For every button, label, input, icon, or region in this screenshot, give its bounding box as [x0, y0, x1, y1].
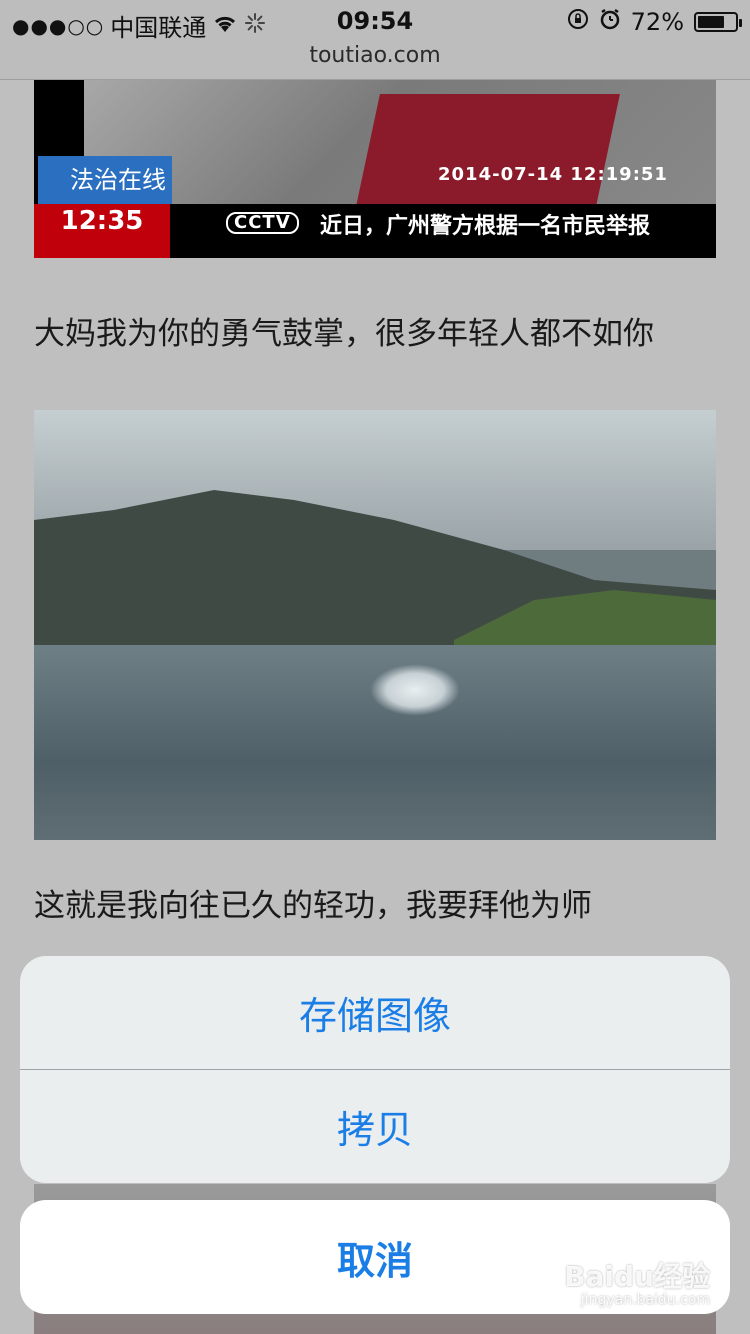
baidu-jingyan-watermark: Baidu经验 jingyan.baidu.com [564, 1260, 710, 1309]
watermark-sub: jingyan.baidu.com [580, 1292, 710, 1308]
watermark-main: Baidu经验 [564, 1260, 710, 1293]
save-image-button[interactable]: 存储图像 [20, 956, 730, 1069]
copy-button[interactable]: 拷贝 [20, 1070, 730, 1183]
action-sheet: 存储图像 拷贝 [20, 956, 730, 1183]
